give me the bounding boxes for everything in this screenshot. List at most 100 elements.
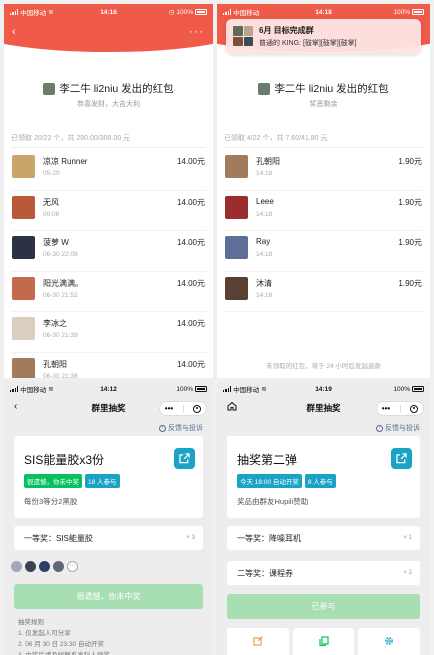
draw-time-tag: 今天 18:00 自动开奖 xyxy=(237,474,302,488)
back-chevron-icon[interactable]: ‹ xyxy=(12,26,16,38)
prize-label: 一等奖：降噪耳机 xyxy=(237,534,301,543)
participant-avatars[interactable]: ··· xyxy=(11,561,78,572)
battery-percent: 100% xyxy=(393,385,410,393)
sender-title: 李二牛 li2niu 发出的红包 xyxy=(274,83,389,95)
group-avatar xyxy=(233,26,253,46)
participant-avatar xyxy=(25,561,36,572)
edit-button[interactable] xyxy=(227,628,289,655)
claim-time: 14:18 xyxy=(256,251,273,258)
rule-line: 1. 仅发起人可分享 xyxy=(18,630,71,637)
claimer-name: 阳光满满。 xyxy=(43,278,83,288)
claimer-avatar xyxy=(12,317,35,340)
lottery-card: SIS能量胶x3份 很遗憾，你未中奖 18 人参与 每份3等分2黑胶 xyxy=(14,436,203,518)
result-button[interactable]: 很遗憾，你未中奖 xyxy=(14,584,203,609)
claim-row[interactable]: 孔朝阳 06-30 21:38 14.00元 xyxy=(11,353,206,379)
claim-amount: 1.90元 xyxy=(398,278,422,288)
claim-time: 00:08 xyxy=(43,210,60,218)
close-miniprogram-icon[interactable] xyxy=(193,404,202,413)
close-miniprogram-icon[interactable] xyxy=(410,404,419,413)
claimer-avatar xyxy=(12,195,35,219)
claimer-name: 孔朝阳 xyxy=(256,157,280,166)
status-bar: 中国移动 14:18 100% xyxy=(217,4,430,20)
participants-tag: 8 人参与 xyxy=(304,474,336,488)
claim-row[interactable]: 凉凉 Runner 05-20 14.00元 xyxy=(11,150,206,191)
result-tag: 很遗憾，你未中奖 xyxy=(24,474,82,488)
carrier-label: 中国移动 xyxy=(233,387,260,394)
claim-row[interactable]: Leee 14:18 1.90元 xyxy=(224,191,423,231)
claim-row[interactable]: 李冰之 06-30 21:39 14.00元 xyxy=(11,312,206,353)
claim-row[interactable]: Ray 14:18 1.90元 xyxy=(224,231,423,272)
claim-row[interactable]: 无风 00:08 14.00元 xyxy=(11,191,206,231)
carrier-label: 中国移动 xyxy=(20,387,47,394)
claim-row[interactable]: 沐清 14:18 1.90元 xyxy=(224,272,423,312)
settings-button[interactable] xyxy=(358,628,421,655)
claim-time: 14:18 xyxy=(256,210,273,218)
joined-button[interactable]: 已参与 xyxy=(227,594,420,619)
claim-amount: 1.90元 xyxy=(398,157,422,166)
copy-button[interactable] xyxy=(292,628,355,655)
sender-line: 李二牛 li2niu 发出的红包 xyxy=(4,81,213,96)
lottery-subtitle: 奖品由群友Hupili赞助 xyxy=(237,497,309,506)
more-options-icon[interactable]: ••• xyxy=(382,404,390,413)
info-icon: ! xyxy=(159,424,166,432)
feedback-link[interactable]: ! 反馈与投诉 xyxy=(376,423,420,433)
claim-row[interactable]: 阳光满满。 06-30 21:52 14.00元 xyxy=(11,272,206,312)
alarm-icon: ◷ xyxy=(168,9,175,16)
page-title: 群里抽奖 xyxy=(306,403,341,413)
claimer-avatar xyxy=(12,276,35,300)
page-title: 群里抽奖 xyxy=(91,403,126,413)
share-button[interactable] xyxy=(174,448,195,469)
battery-icon xyxy=(195,386,207,392)
carrier-label: 中国移动 xyxy=(233,10,260,17)
edit-icon xyxy=(253,636,263,646)
more-participants-icon[interactable]: ··· xyxy=(67,561,78,572)
red-packet-detail-panel-2: 中国移动 14:18 100% 6月 目标完成群 普通的 KING: [鼓掌][… xyxy=(217,4,430,378)
claim-time: 06-30 21:38 xyxy=(43,372,78,379)
claim-time: 05-20 xyxy=(43,170,60,177)
prize-row: 一等奖：SIS能量胶 × 3 xyxy=(14,526,203,550)
lottery-rules: 抽奖规则 1. 仅发起人可分享 2. 06 月 30 日 23:30 自动开奖 3. … xyxy=(18,617,110,655)
status-time: 14:12 xyxy=(100,385,117,393)
battery-icon xyxy=(412,9,424,15)
claim-row[interactable]: 菠萝 W 06-30 22:08 14.00元 xyxy=(11,231,206,272)
home-icon[interactable] xyxy=(227,401,237,414)
claim-amount: 14.00元 xyxy=(176,157,205,166)
claim-amount: 14.00元 xyxy=(176,319,205,328)
settings-icon xyxy=(385,637,394,645)
prize-label: 一等奖：SIS能量胶 xyxy=(24,534,93,543)
back-chevron-icon[interactable]: ‹ xyxy=(14,401,17,412)
prize-row-1: 一等奖：降噪耳机 × 1 xyxy=(227,526,420,550)
more-options-icon[interactable]: ··· xyxy=(189,24,204,38)
screenshot-collage: 中国移动 ≋ 14:16 ◷ 100% ‹ ··· 李二牛 li2niu 发出的红包… xyxy=(0,0,434,655)
battery-percent: 100% xyxy=(176,8,193,16)
lottery-title: 抽奖第二弹 xyxy=(237,453,298,467)
claim-row[interactable]: 孔朝阳 14:18 1.90元 xyxy=(224,150,423,191)
claim-amount: 14.00元 xyxy=(176,238,205,247)
claim-summary: 已领取 20/22 个，共 280.00/308.00 元 xyxy=(11,133,206,148)
claimer-avatar xyxy=(12,357,35,378)
feedback-link[interactable]: ! 反馈与投诉 xyxy=(159,423,203,433)
lottery-title: SIS能量胶x3份 xyxy=(24,453,105,467)
lottery-panel-2: 中国移动 ≋ 14:19 100% 群里抽奖 ••• ! 反馈与投诉 抽奖第二弹 今… xyxy=(217,381,430,655)
prize-row-2: 二等奖：课程券 × 2 xyxy=(227,561,420,585)
signal-icon xyxy=(223,386,232,392)
participants-tag: 18 人参与 xyxy=(85,474,120,488)
greeting-text: 奖恶剩余 xyxy=(309,101,338,108)
prize-quantity: × 1 xyxy=(403,535,412,541)
claim-amount: 1.90元 xyxy=(398,197,422,207)
miniprogram-capsule[interactable]: ••• xyxy=(376,401,424,416)
participant-avatar xyxy=(11,561,22,572)
prize-label: 二等奖：课程券 xyxy=(237,569,293,578)
share-button[interactable] xyxy=(391,448,412,469)
claim-time: 06-30 21:52 xyxy=(43,291,78,299)
message-notification[interactable]: 6月 目标完成群 普通的 KING: [鼓掌][鼓掌][鼓掌] xyxy=(226,19,421,54)
more-options-icon[interactable]: ••• xyxy=(165,404,173,413)
share-icon xyxy=(396,453,407,464)
sender-avatar xyxy=(258,82,271,95)
rule-line: 3. 中奖后请及时联系发起人领奖 xyxy=(18,650,110,655)
claim-summary: 已领取 4/22 个，共 7.60/41.80 元 xyxy=(224,133,423,148)
participant-avatar xyxy=(39,561,50,572)
claimer-avatar xyxy=(225,155,248,178)
miniprogram-capsule[interactable]: ••• xyxy=(159,401,207,416)
prize-quantity: × 2 xyxy=(403,570,412,576)
